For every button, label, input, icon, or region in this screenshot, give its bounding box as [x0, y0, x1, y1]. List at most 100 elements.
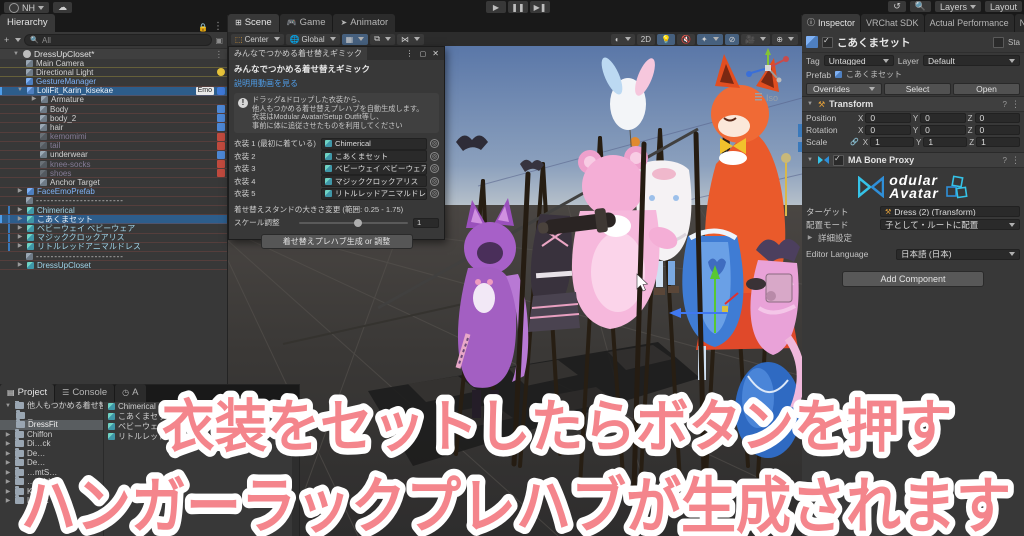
object-picker-icon[interactable]: ◎ [430, 164, 439, 174]
magnet-button[interactable]: ⋈ [396, 33, 424, 45]
position-x-field[interactable]: 0 [865, 113, 911, 123]
scrollbar[interactable]: ▲ [292, 401, 299, 536]
layer-dropdown[interactable]: Default [922, 55, 1020, 66]
advanced-settings-foldout[interactable]: ▶ 詳細設定 [802, 231, 1024, 244]
scrollbar-thumb[interactable] [293, 409, 298, 449]
scene-visibility-button[interactable]: ⊘ [724, 33, 740, 45]
hierarchy-search-input[interactable]: 🔍 All [24, 34, 213, 46]
layout-dropdown[interactable]: Layout [984, 1, 1022, 12]
window-titlebar[interactable]: みんなでつかめる着せ替えギミック ⋮ ▢ ✕ [229, 47, 444, 60]
outfit-object-field[interactable]: ベビーウェイ ベビーウェア [321, 162, 427, 175]
tutorial-video-link[interactable]: 説明用動画を見る [234, 78, 439, 89]
rotation-x-field[interactable]: 0 [865, 125, 911, 135]
tab-project[interactable]: ▤ Project [0, 384, 55, 402]
active-checkbox[interactable] [822, 36, 833, 48]
camera-dropdown[interactable]: 🎥 [741, 33, 771, 45]
snap-toggle-button[interactable]: ⧉ [370, 33, 395, 45]
outfit-object-field[interactable]: マジッククロックアリス [321, 175, 427, 188]
scale-z-field[interactable]: 1 [976, 137, 1021, 147]
generate-prefab-button[interactable]: 着せ替えプレハブ生成 or 調整 [260, 233, 413, 249]
open-button[interactable]: Open [953, 82, 1020, 95]
help-icon[interactable]: ? [1003, 156, 1007, 165]
overrides-dropdown[interactable]: Overrides [806, 82, 882, 95]
window-maximize-icon[interactable]: ▢ [417, 50, 430, 58]
foldout-open-icon[interactable]: ▼ [4, 403, 12, 409]
foldout-closed-icon[interactable]: ▶ [4, 450, 12, 457]
tab-animator[interactable]: ➤ Animator [333, 14, 396, 32]
lock-icon[interactable]: 🔒 [198, 23, 208, 32]
target-object-field[interactable]: ⚒ Dress (2) (Transform) [880, 206, 1020, 217]
scene-effects-dropdown[interactable]: ✦ [696, 33, 723, 45]
tab-inspector[interactable]: ⓘ Inspector [802, 14, 861, 32]
foldout-closed-icon[interactable]: ▶ [16, 261, 24, 270]
pivot-dropdown[interactable]: ⬚ Center [231, 33, 284, 45]
search-button[interactable]: 🔍 [909, 1, 931, 12]
cloud-button[interactable]: ☁ [53, 2, 72, 13]
foldout-closed-icon[interactable]: ▶ [16, 242, 24, 251]
foldout-closed-icon[interactable]: ▶ [4, 469, 12, 476]
foldout-open-icon[interactable]: ▼ [16, 86, 24, 95]
tab-console[interactable]: ☰ Console [55, 384, 115, 402]
scene-lighting-button[interactable]: 💡 [656, 33, 675, 45]
menu-dots-icon[interactable]: ⋮ [1011, 155, 1020, 166]
outfit-object-field[interactable]: こあくまセット [321, 150, 427, 163]
tab-vrchat-sdk[interactable]: VRChat SDK [861, 14, 924, 32]
shading-dropdown[interactable]: ◐ [610, 33, 635, 45]
scale-value-field[interactable]: 1 [413, 217, 439, 228]
menu-dots-icon[interactable]: ⋮ [1011, 99, 1020, 110]
step-button[interactable]: ▶❚ [530, 1, 550, 13]
object-name[interactable]: こあくまセット [837, 35, 989, 50]
grid-toggle-button[interactable]: ▦ [341, 33, 369, 45]
tab-actual-performance[interactable]: Actual Performance [924, 14, 1014, 32]
tab-ndmf-console[interactable]: NDMF Cons [1014, 14, 1024, 32]
layers-dropdown[interactable]: Layers [934, 1, 981, 12]
foldout-open-icon[interactable]: ▼ [12, 51, 20, 57]
window-menu-icon[interactable]: ⋮ [403, 49, 417, 58]
window-tab[interactable]: みんなでつかめる着せ替えギミック [229, 47, 367, 60]
2d-toggle-button[interactable]: 2D [636, 33, 655, 45]
play-button[interactable]: ▶ [486, 1, 506, 13]
foldout-closed-icon[interactable]: ▶ [4, 440, 12, 447]
object-picker-icon[interactable]: ◎ [430, 139, 439, 149]
search-options-icon[interactable]: ▣ [215, 36, 223, 45]
rotation-z-field[interactable]: 0 [974, 125, 1020, 135]
transform-component-header[interactable]: ▼ ⚒ Transform ? ⋮ [802, 96, 1024, 112]
position-z-field[interactable]: 0 [974, 113, 1020, 123]
project-asset[interactable]: こあくまセット [104, 411, 299, 421]
foldout-closed-icon[interactable]: ▶ [4, 431, 12, 438]
scroll-up-icon[interactable]: ▲ [293, 402, 299, 408]
foldout-closed-icon[interactable]: ▶ [16, 224, 24, 233]
component-enabled-checkbox[interactable] [833, 154, 844, 166]
menu-dots-icon[interactable]: ⋮ [213, 21, 223, 32]
scene-audio-button[interactable]: 🔇 [676, 33, 695, 45]
foldout-open-icon[interactable]: ▼ [806, 101, 814, 107]
window-close-icon[interactable]: ✕ [429, 49, 444, 58]
project-asset[interactable]: Chimerical [104, 401, 299, 411]
outfit-object-field[interactable]: リトルレッドアニマルドレス [321, 187, 427, 200]
account-button[interactable]: NH [4, 2, 49, 13]
select-button[interactable]: Select [884, 82, 951, 95]
create-plus-icon[interactable]: + [4, 35, 9, 45]
tag-dropdown[interactable]: Untagged [823, 55, 894, 66]
ma-bone-proxy-header[interactable]: ▼ MA Bone Proxy ? ⋮ [802, 152, 1024, 168]
scale-slider[interactable] [299, 218, 408, 227]
foldout-closed-icon[interactable]: ▶ [4, 488, 12, 495]
project-asset[interactable]: ベビーウェイ ベビーウェア [104, 421, 299, 431]
tab-animation[interactable]: ◷ A [115, 384, 146, 402]
foldout-closed-icon[interactable]: ▶ [30, 95, 38, 104]
undo-history-button[interactable]: ↺ [888, 1, 906, 12]
foldout-closed-icon[interactable]: ▶ [4, 478, 12, 485]
scale-x-field[interactable]: 1 [870, 137, 914, 147]
foldout-closed-icon[interactable]: ▶ [16, 233, 24, 242]
outfit-object-field[interactable]: Chimerical [321, 137, 427, 150]
project-folder[interactable]: ▼他人もつかめる着せ替え [0, 401, 103, 411]
foldout-closed-icon[interactable]: ▶ [16, 215, 24, 224]
object-picker-icon[interactable]: ◎ [430, 189, 439, 199]
foldout-closed-icon[interactable]: ▶ [16, 206, 24, 215]
scale-y-field[interactable]: 1 [923, 137, 968, 147]
kisekae-gimmick-window[interactable]: みんなでつかめる着せ替えギミック ⋮ ▢ ✕ みんなでつかめる着せ替えギミック … [228, 46, 445, 249]
object-picker-icon[interactable]: ◎ [430, 176, 439, 186]
link-icon[interactable]: 🔗 [850, 138, 859, 146]
slider-knob[interactable] [353, 218, 362, 227]
tab-scene[interactable]: ⊞ Scene [228, 14, 279, 32]
